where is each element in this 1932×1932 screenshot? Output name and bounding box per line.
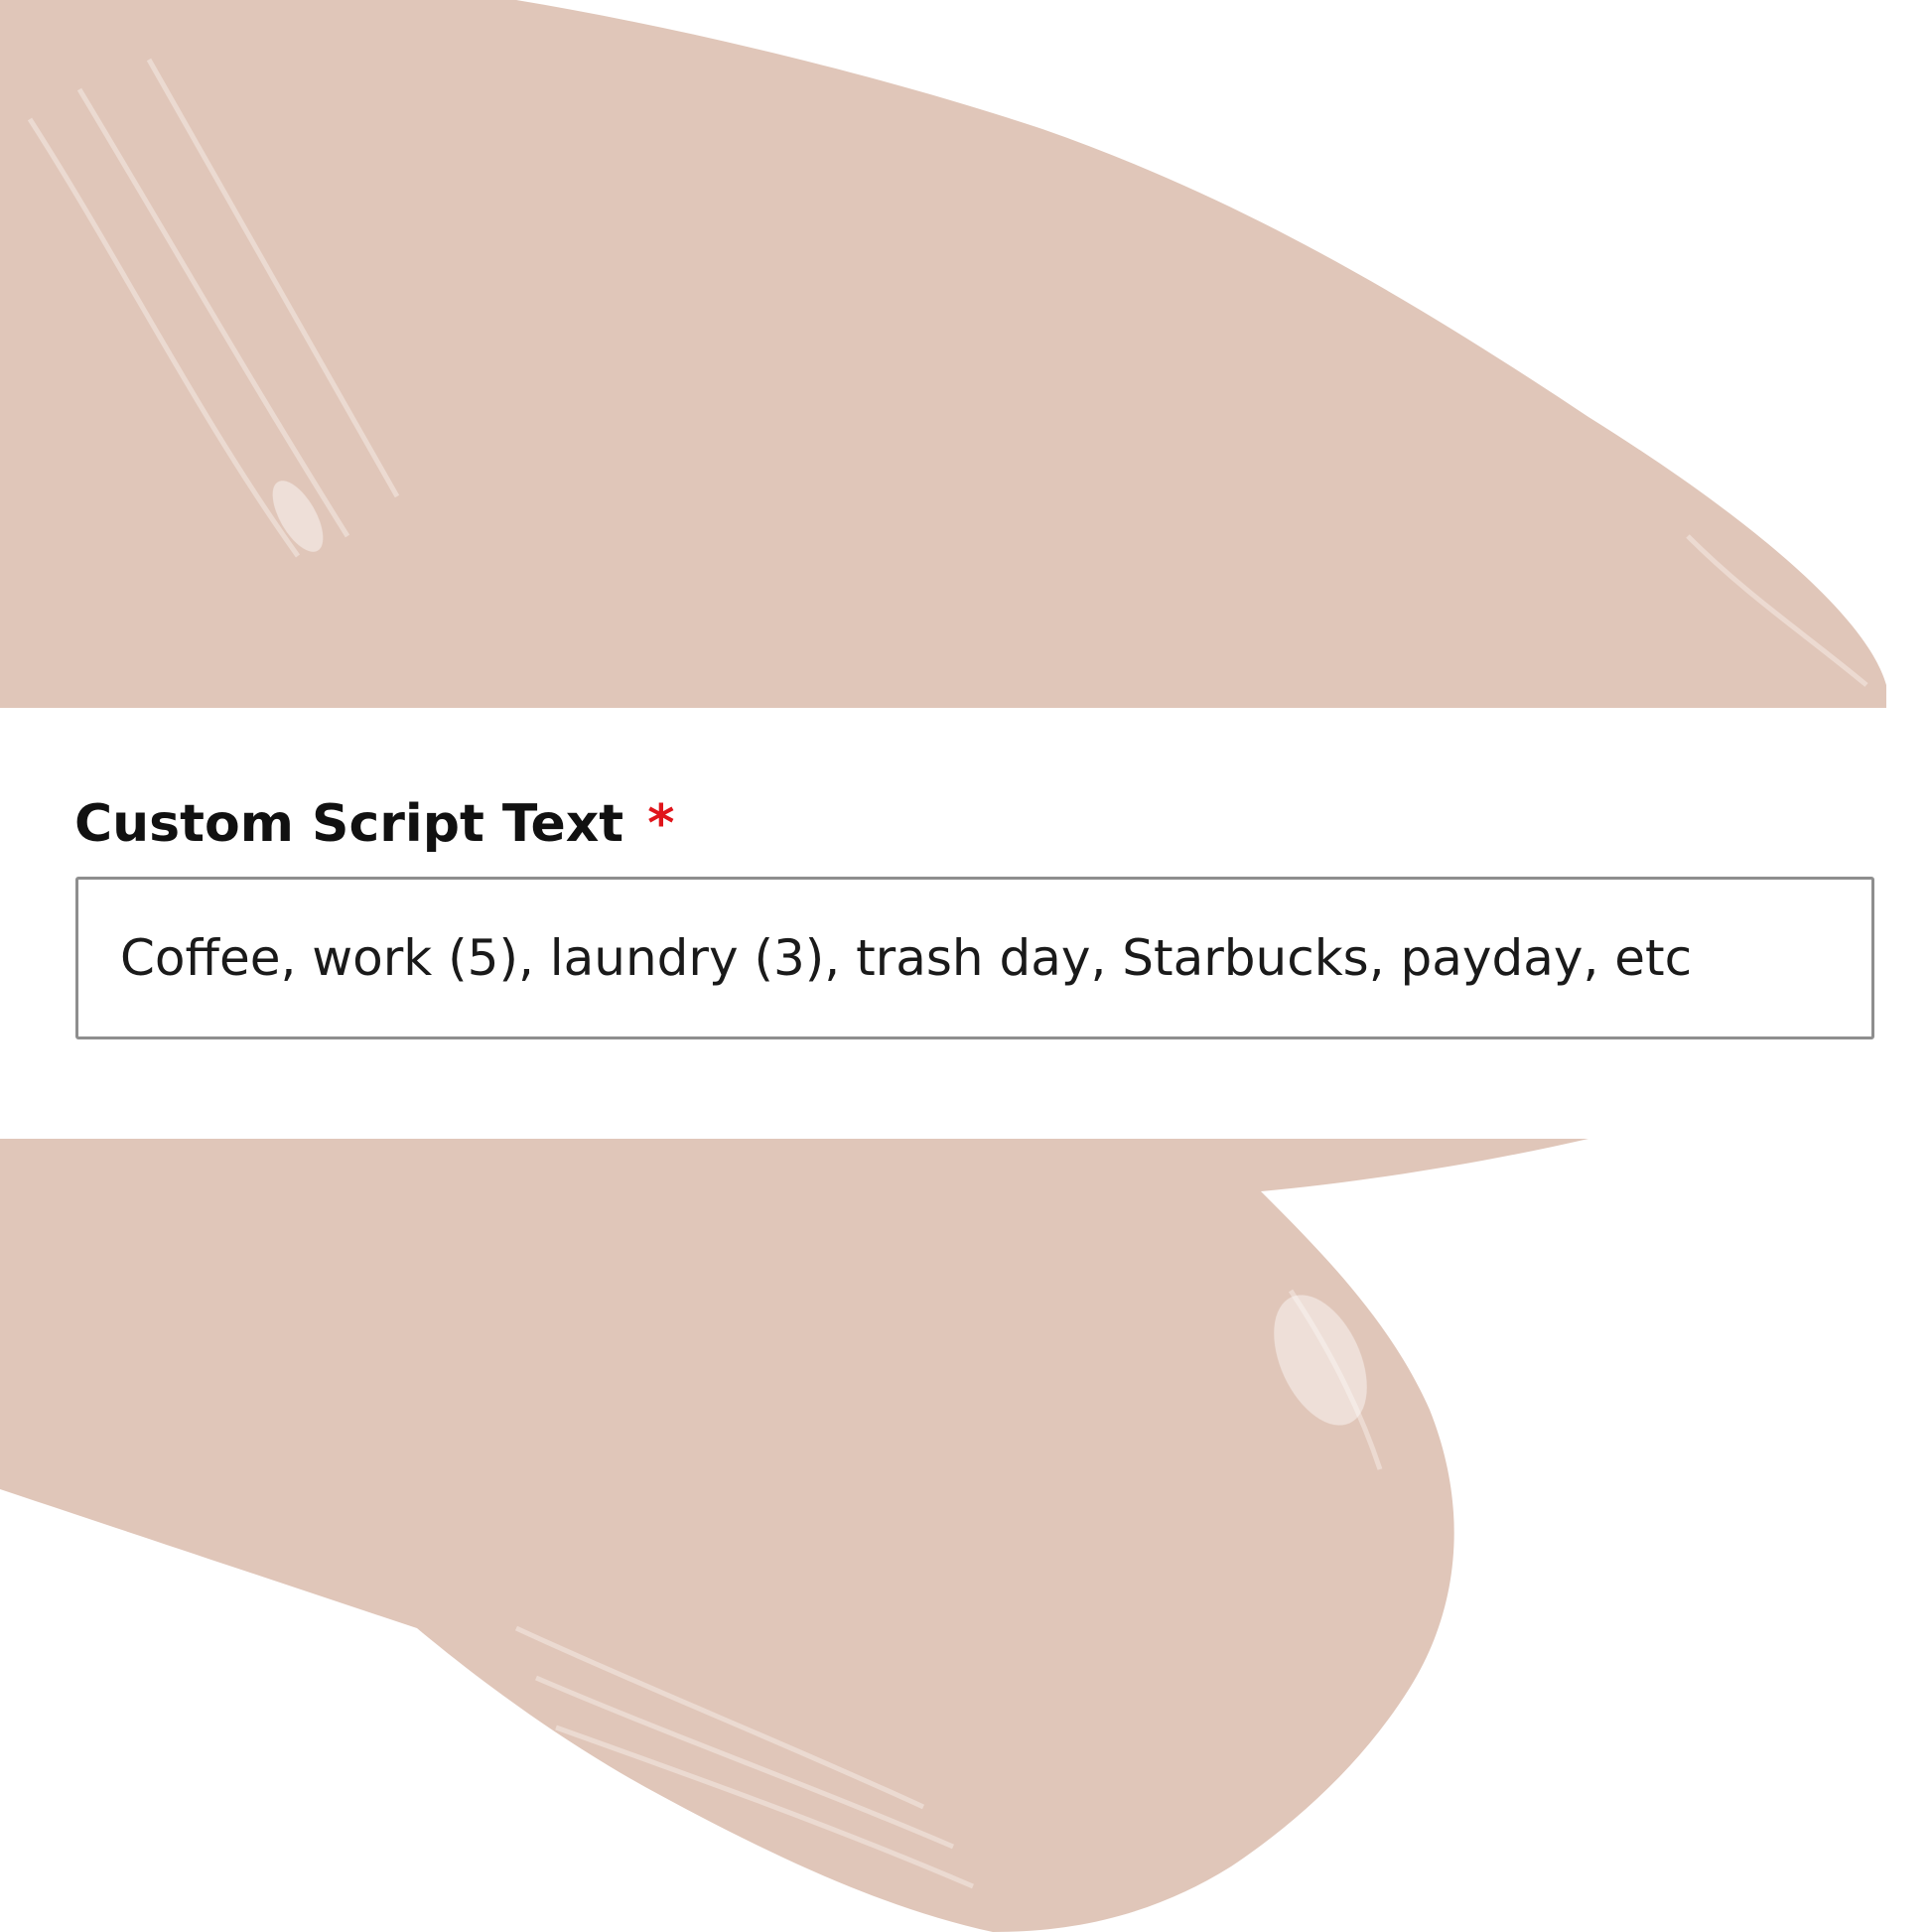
custom-script-form-panel: Custom Script Text * [20, 708, 1932, 1139]
page: Custom Script Text * [0, 0, 1932, 1932]
required-marker: * [647, 794, 675, 854]
custom-script-text-input[interactable] [75, 877, 1874, 1039]
custom-script-text-label: Custom Script Text * [74, 794, 674, 854]
field-label-text: Custom Script Text [74, 794, 624, 854]
